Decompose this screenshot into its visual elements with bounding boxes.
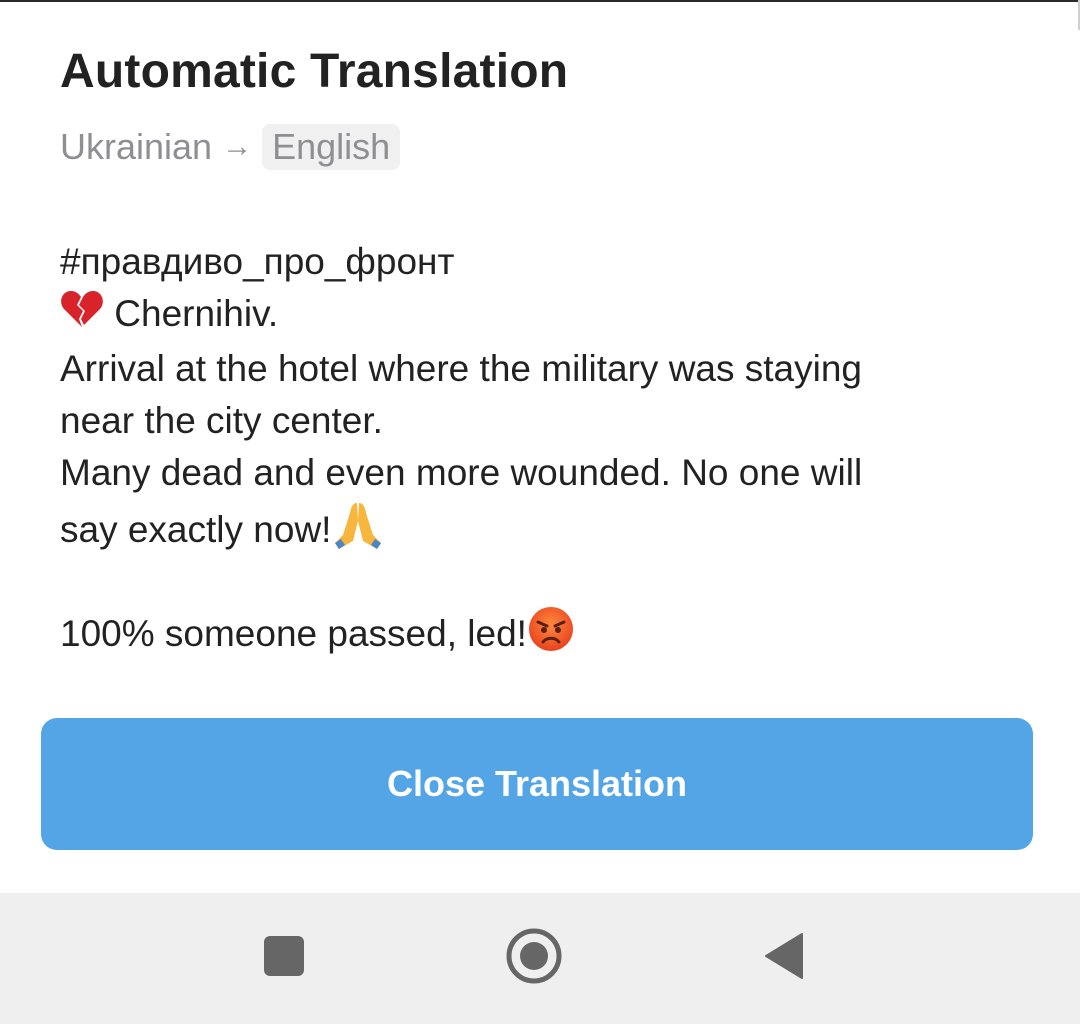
message-line-4: say exactly now!: [60, 499, 1050, 565]
message-hashtag[interactable]: #правдиво_про_фронт: [60, 236, 1050, 288]
target-language-selector[interactable]: English: [262, 124, 401, 170]
angry-face-icon: [527, 605, 575, 667]
sheet-title: Automatic Translation: [60, 45, 569, 98]
message-line-3: Many dead and even more wounded. No one …: [60, 452, 863, 494]
back-button[interactable]: [744, 918, 824, 998]
sheet-top-edge: [0, 0, 1080, 2]
translated-message: #правдиво_про_фронт Chernihiv. Arrival a…: [60, 236, 1050, 667]
system-navigation-bar: [0, 893, 1080, 1024]
home-button[interactable]: [494, 918, 574, 998]
message-line-1: Arrival at the hotel where the military …: [60, 348, 863, 390]
home-circle-icon: [505, 927, 563, 990]
translation-sheet: Automatic Translation Ukrainian → Englis…: [0, 0, 1080, 893]
arrow-right-icon: →: [222, 130, 253, 163]
recents-button[interactable]: [244, 918, 324, 998]
message-line-5: 100% someone passed, led!: [60, 605, 1050, 667]
square-icon: [262, 934, 306, 983]
close-translation-button[interactable]: Close Translation: [41, 718, 1033, 850]
broken-heart-icon: [60, 289, 104, 343]
back-triangle-icon: [762, 931, 806, 986]
message-line-city: Chernihiv.: [60, 288, 1050, 343]
message-line-2: near the city center.: [60, 400, 383, 442]
language-pair: Ukrainian → English: [60, 122, 401, 172]
message-spacer: [60, 565, 1050, 605]
folded-hands-icon: [331, 499, 385, 565]
source-language: Ukrainian: [60, 126, 213, 167]
